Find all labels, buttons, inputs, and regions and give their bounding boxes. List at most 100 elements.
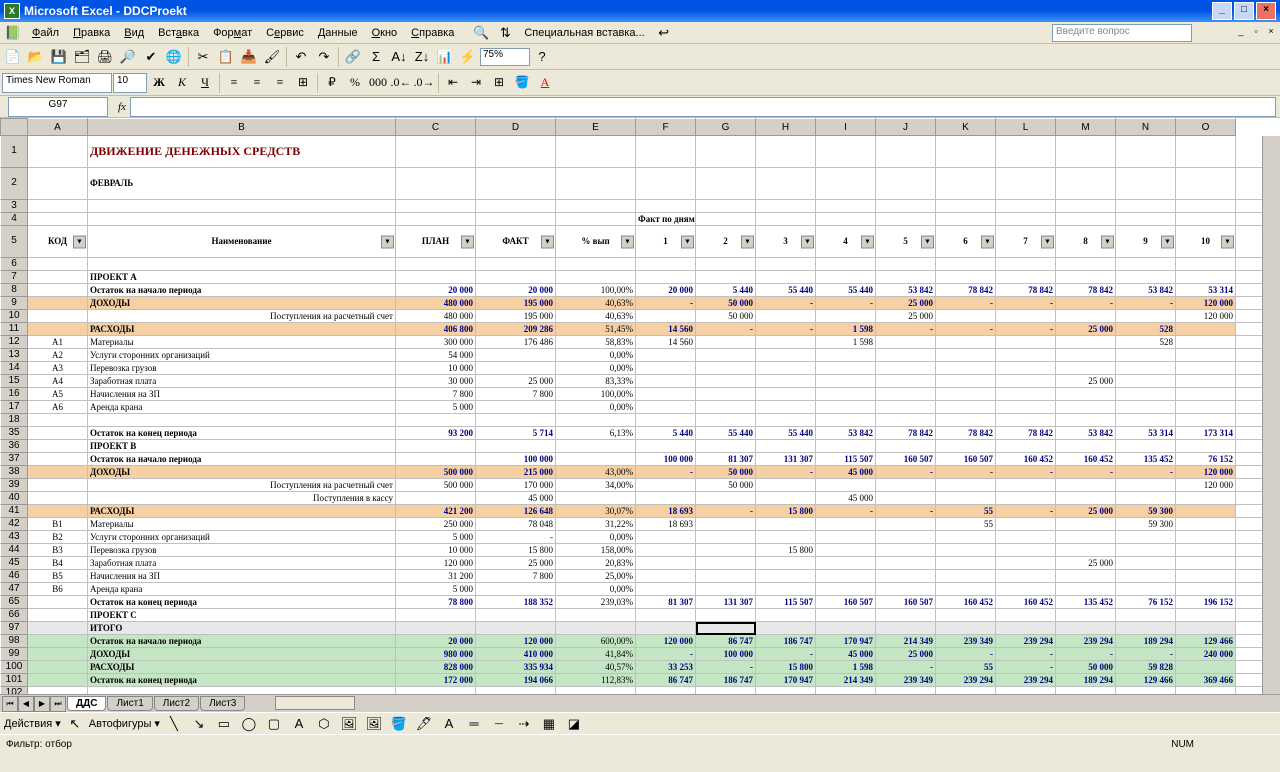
cut-icon[interactable]: ✂ — [192, 46, 214, 68]
wizard-icon[interactable]: ⚡ — [457, 46, 479, 68]
fx-icon[interactable]: fx — [118, 101, 126, 113]
paste-icon[interactable]: 📥 — [238, 46, 260, 68]
research-icon[interactable]: 🌐 — [163, 46, 185, 68]
sort-icon[interactable]: ⇅ — [494, 22, 516, 44]
shadow-icon[interactable]: ▦ — [538, 713, 560, 735]
decimal-dec-icon[interactable]: .0→ — [413, 72, 435, 94]
select-all[interactable] — [0, 118, 28, 136]
indent-dec-icon[interactable]: ⇤ — [442, 72, 464, 94]
name-box[interactable]: G97 — [8, 97, 108, 117]
rect-icon[interactable]: ▭ — [213, 713, 235, 735]
menu-edit[interactable]: Правка — [67, 25, 116, 41]
link-icon[interactable]: 🔗 — [342, 46, 364, 68]
italic-button[interactable]: К — [171, 72, 193, 94]
dash-icon[interactable]: ┈ — [488, 713, 510, 735]
redo-icon[interactable]: ↷ — [313, 46, 335, 68]
help-icon[interactable]: ? — [531, 46, 553, 68]
menu-insert[interactable]: Вставка — [152, 25, 205, 41]
copy-icon[interactable]: 📋 — [215, 46, 237, 68]
tab-prev[interactable]: ◀ — [18, 696, 34, 712]
align-right-icon[interactable]: ≡ — [269, 72, 291, 94]
menu-window[interactable]: Окно — [366, 25, 404, 41]
preview-icon[interactable]: 🔎 — [117, 46, 139, 68]
menu-view[interactable]: Вид — [118, 25, 150, 41]
textbox-icon[interactable]: ▢ — [263, 713, 285, 735]
menu-paste-special[interactable]: Специальная вставка... — [518, 25, 650, 41]
find-icon[interactable]: 🔍 — [470, 22, 492, 44]
tab-list1[interactable]: Лист1 — [107, 696, 152, 711]
sum-icon[interactable]: Σ — [365, 46, 387, 68]
clipart-icon[interactable]: 🖼 — [338, 713, 360, 735]
tab-list3[interactable]: Лист3 — [200, 696, 245, 711]
line-style-icon[interactable]: ═ — [463, 713, 485, 735]
formula-input[interactable] — [130, 97, 1276, 117]
sortZ-icon[interactable]: Z↓ — [411, 46, 433, 68]
tab-last[interactable]: ⏭ — [50, 696, 66, 712]
new-icon[interactable]: 📄 — [2, 46, 24, 68]
arrow-icon[interactable]: ↘ — [188, 713, 210, 735]
tab-dds[interactable]: ДДС — [67, 696, 106, 711]
autoshapes[interactable]: Автофигуры ▾ — [89, 717, 160, 730]
oval-icon[interactable]: ◯ — [238, 713, 260, 735]
tab-first[interactable]: ⏮ — [2, 696, 18, 712]
menu-format[interactable]: Формат — [207, 25, 258, 41]
comma-icon[interactable]: 000 — [367, 72, 389, 94]
app-icon[interactable]: 📗 — [2, 22, 24, 44]
borders-icon[interactable]: ⊞ — [488, 72, 510, 94]
wordart-icon[interactable]: A — [288, 713, 310, 735]
menu-data[interactable]: Данные — [312, 25, 364, 41]
merge-icon[interactable]: ⊞ — [292, 72, 314, 94]
font-name[interactable]: Times New Roman — [2, 73, 112, 93]
picture-icon[interactable]: 🖼 — [363, 713, 385, 735]
currency-icon[interactable]: ₽ — [321, 72, 343, 94]
back-icon[interactable]: ↩ — [653, 22, 675, 44]
font-size[interactable]: 10 — [113, 73, 147, 93]
decimal-inc-icon[interactable]: .0← — [390, 72, 412, 94]
format-painter-icon[interactable]: 🖌 — [261, 46, 283, 68]
font-color-icon[interactable]: A — [534, 72, 556, 94]
undo-icon[interactable]: ↶ — [290, 46, 312, 68]
menu-help[interactable]: Справка — [405, 25, 460, 41]
select-objects-icon[interactable]: ↖ — [64, 713, 86, 735]
zoom-select[interactable]: 75% — [480, 48, 530, 66]
doc-restore[interactable]: ▫ — [1249, 26, 1263, 40]
fill2-icon[interactable]: 🪣 — [388, 713, 410, 735]
draw-actions[interactable]: Действия ▾ — [4, 717, 61, 730]
align-center-icon[interactable]: ≡ — [246, 72, 268, 94]
row-headers[interactable]: 1234567891011121314151617183536373839404… — [0, 136, 28, 694]
chart-icon[interactable]: 📊 — [434, 46, 456, 68]
cells[interactable]: ДВИЖЕНИЕ ДЕНЕЖНЫХ СРЕДСТВФЕВРАЛЬФакт по … — [28, 136, 1262, 694]
col-headers[interactable]: ABCDEFGHIJKLMNO — [28, 118, 1262, 136]
save-icon[interactable]: 💾 — [48, 46, 70, 68]
menu-tools[interactable]: Сервис — [260, 25, 310, 41]
line-icon[interactable]: ╲ — [163, 713, 185, 735]
print-icon[interactable]: 🖨 — [94, 46, 116, 68]
maximize-button[interactable]: □ — [1234, 2, 1254, 20]
percent-icon[interactable]: % — [344, 72, 366, 94]
close-button[interactable]: × — [1256, 2, 1276, 20]
doc-minimize[interactable]: _ — [1234, 26, 1248, 40]
minimize-button[interactable]: _ — [1212, 2, 1232, 20]
diagram-icon[interactable]: ⬡ — [313, 713, 335, 735]
line-color-icon[interactable]: 🖊 — [413, 713, 435, 735]
doc-close[interactable]: × — [1264, 26, 1278, 40]
font-color2-icon[interactable]: A — [438, 713, 460, 735]
tab-list2[interactable]: Лист2 — [154, 696, 199, 711]
vertical-scrollbar[interactable] — [1262, 136, 1280, 694]
horizontal-scrollbar[interactable] — [255, 695, 1280, 712]
indent-inc-icon[interactable]: ⇥ — [465, 72, 487, 94]
spell-icon[interactable]: ✔ — [140, 46, 162, 68]
menu-file[interactable]: Файл — [26, 25, 65, 41]
sortA-icon[interactable]: A↓ — [388, 46, 410, 68]
fill-color-icon[interactable]: 🪣 — [511, 72, 533, 94]
grid: ABCDEFGHIJKLMNO 123456789101112131415161… — [0, 118, 1280, 712]
ask-input[interactable]: Введите вопрос — [1052, 24, 1192, 42]
tab-next[interactable]: ▶ — [34, 696, 50, 712]
3d-icon[interactable]: ◪ — [563, 713, 585, 735]
saveall-icon[interactable]: 🗂 — [71, 46, 93, 68]
open-icon[interactable]: 📂 — [25, 46, 47, 68]
bold-button[interactable]: Ж — [148, 72, 170, 94]
arrow-style-icon[interactable]: ⇢ — [513, 713, 535, 735]
underline-button[interactable]: Ч — [194, 72, 216, 94]
align-left-icon[interactable]: ≡ — [223, 72, 245, 94]
